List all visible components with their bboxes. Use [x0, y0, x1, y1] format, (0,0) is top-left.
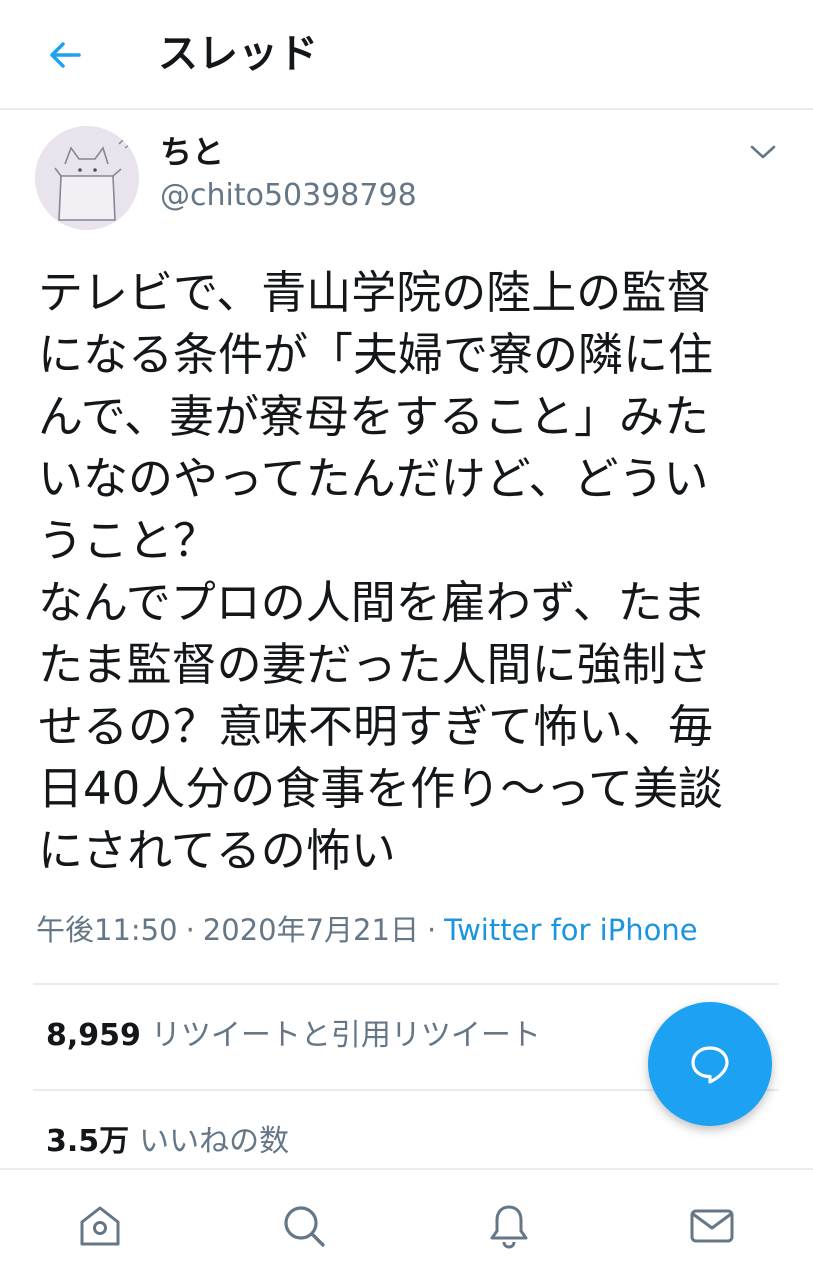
tweet-time: 午後11:50: [36, 913, 178, 947]
page-title: スレッド: [158, 31, 318, 77]
search-icon: [284, 1206, 325, 1247]
nav-home[interactable]: [72, 1198, 128, 1254]
nav-notifications[interactable]: [481, 1198, 537, 1254]
mail-icon: [690, 1209, 734, 1243]
reply-fab-button[interactable]: [648, 1002, 772, 1126]
chevron-down-icon: [750, 145, 776, 159]
bell-icon: [490, 1205, 528, 1249]
meta-separator: ·: [185, 913, 195, 947]
likes-label: いいねの数: [139, 1124, 290, 1159]
tweet-source-link[interactable]: Twitter for iPhone: [444, 913, 697, 947]
tweet-menu-button[interactable]: [745, 134, 781, 170]
cat-in-box-avatar: [35, 126, 139, 230]
likes-stat[interactable]: 3.5万 いいねの数: [46, 1120, 289, 1164]
retweets-stat[interactable]: 8,959 リツイートと引用リツイート: [46, 1014, 541, 1058]
avatar[interactable]: [35, 126, 139, 230]
thread-screen: スレッド ちと @chito50398798 テレビで、青山学院の陸上の監督 に…: [0, 0, 813, 1280]
top-app-bar: スレッド: [0, 0, 813, 110]
tweet-text: テレビで、青山学院の陸上の監督 になる条件が「夫婦で寮の隣に住 んで、妻が寮母を…: [38, 266, 724, 877]
retweets-label: リツイートと引用リツイート: [150, 1018, 541, 1053]
nav-search[interactable]: [276, 1198, 332, 1254]
reply-bubble-icon: [691, 1046, 729, 1084]
divider: [33, 983, 779, 985]
nav-messages[interactable]: [684, 1198, 740, 1254]
tweet-date: 2020年7月21日: [202, 913, 419, 947]
arrow-left-icon: [50, 42, 81, 68]
meta-separator: ·: [426, 913, 437, 947]
tweet-meta: 午後11:50 · 2020年7月21日 · Twitter for iPhone: [36, 908, 698, 952]
retweets-count: 8,959: [46, 1018, 141, 1053]
author-name[interactable]: ちと: [160, 132, 224, 172]
back-button[interactable]: [40, 30, 90, 80]
bottom-nav: [0, 1168, 813, 1280]
author-handle[interactable]: @chito50398798: [160, 176, 417, 216]
home-icon: [80, 1206, 120, 1246]
likes-count: 3.5万: [46, 1124, 130, 1159]
